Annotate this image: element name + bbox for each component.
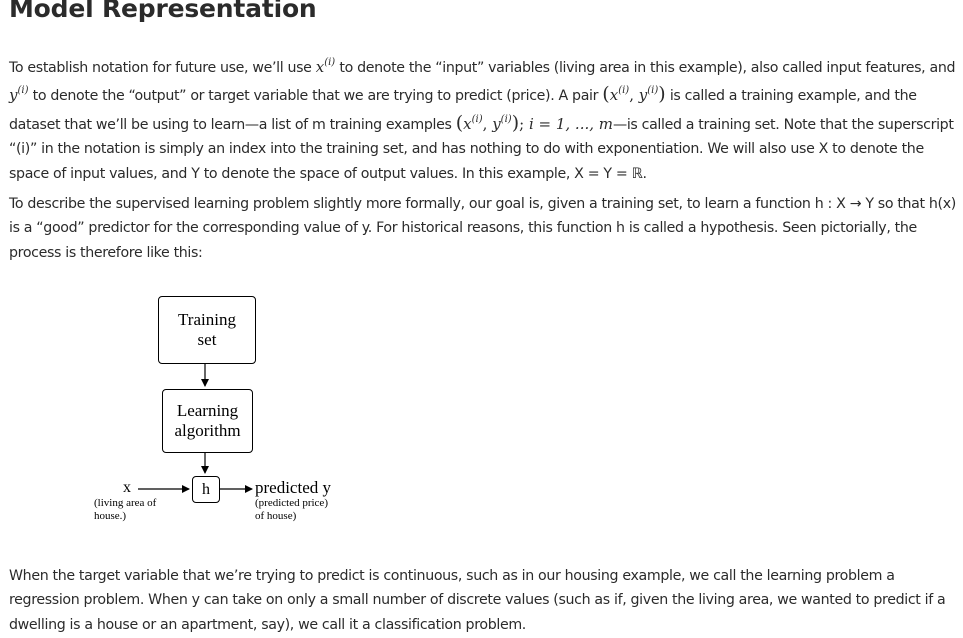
math-paren: (: [602, 83, 610, 106]
box-label-line: Training: [178, 310, 236, 329]
caption-line: of house): [255, 510, 297, 522]
math-sup: (i): [500, 113, 512, 125]
math-sup: (i): [324, 57, 336, 68]
math-sup: (i): [471, 113, 483, 125]
text-run: to denote the “input” variables (living …: [335, 60, 956, 76]
math-var: x: [609, 86, 619, 105]
page-title: Model Representation: [9, 0, 317, 23]
caption-line: house.): [94, 510, 127, 522]
caption-line: (predicted price): [255, 497, 328, 509]
output-y-label: predicted y: [255, 478, 331, 497]
math-x-i: x(i): [315, 57, 336, 76]
math-y-i: y(i): [9, 85, 29, 104]
text-run: To establish notation for future use, we…: [9, 60, 316, 76]
input-x-caption: (living area of house.): [94, 497, 174, 523]
math-pair: (x(i), y(i)): [602, 83, 666, 106]
learning-algorithm-box: Learning algorithm: [162, 389, 253, 453]
paragraph-supervised-learning: To describe the supervised learning prob…: [9, 196, 956, 261]
math-paren: ): [511, 111, 520, 134]
hypothesis-box: h: [192, 476, 220, 503]
caption-line: (living area of: [94, 497, 157, 509]
math-sup: (i): [17, 85, 29, 97]
output-y-caption: (predicted price) of house): [255, 497, 345, 523]
math-sup: (i): [618, 85, 630, 97]
input-x-label: x: [123, 479, 131, 496]
text-run: to denote the “output” or target variabl…: [28, 88, 603, 105]
math-sup: (i): [647, 85, 659, 97]
training-set-box: Training set: [158, 296, 256, 364]
box-label-line: Learning: [176, 401, 239, 420]
math-var: x: [315, 58, 325, 76]
math-training-examples: (x(i), y(i)); i = 1, ..., m: [456, 111, 613, 134]
math-comma: ,: [629, 86, 639, 105]
math-comma: ,: [482, 114, 493, 133]
math-var: y: [492, 114, 501, 133]
math-range: i = 1, ..., m: [524, 114, 613, 133]
math-var: y: [638, 86, 648, 105]
paragraph-notation: To establish notation for future use, we…: [9, 52, 961, 186]
math-var: x: [463, 114, 472, 133]
paragraph-regression-classification: When the target variable that we’re tryi…: [9, 568, 946, 633]
box-label-line: algorithm: [174, 421, 241, 440]
box-label-line: set: [197, 330, 217, 349]
math-paren: ): [658, 83, 666, 106]
